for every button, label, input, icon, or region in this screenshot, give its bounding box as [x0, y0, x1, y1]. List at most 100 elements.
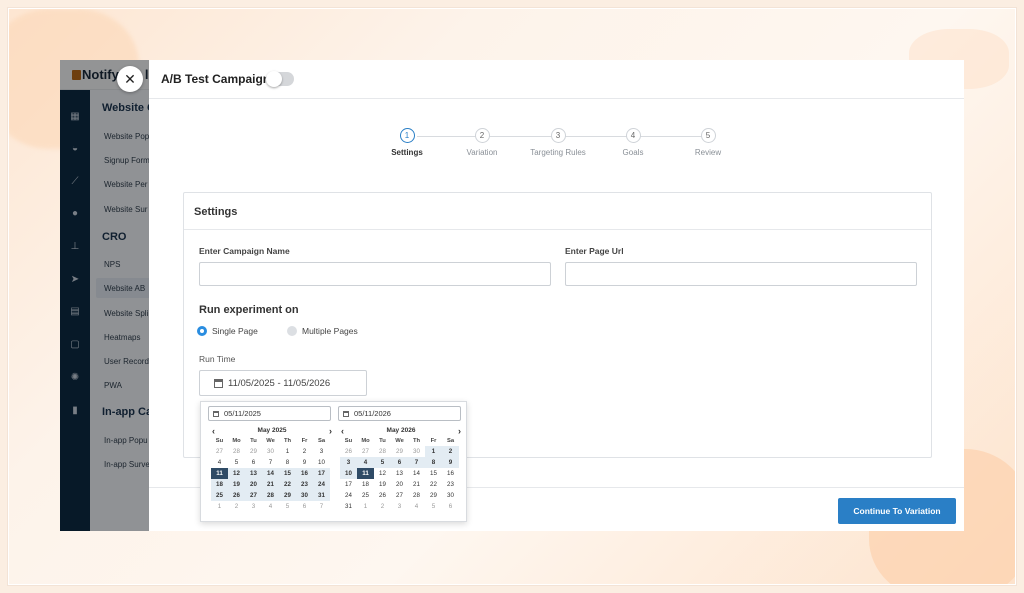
- calendar-day[interactable]: 8: [425, 457, 442, 468]
- calendar-day[interactable]: 14: [408, 468, 425, 479]
- calendar-day[interactable]: 23: [296, 479, 313, 490]
- campaign-toggle[interactable]: [266, 71, 294, 87]
- calendar-day[interactable]: 13: [245, 468, 262, 479]
- calendar-day[interactable]: 29: [425, 490, 442, 501]
- step-variation[interactable]: 2 Variation: [442, 128, 522, 157]
- calendar-day[interactable]: 27: [211, 446, 228, 457]
- calendar-day[interactable]: 2: [374, 501, 391, 512]
- calendar-day[interactable]: 29: [245, 446, 262, 457]
- calendar-day[interactable]: 17: [340, 479, 357, 490]
- close-icon[interactable]: ✕: [117, 66, 143, 92]
- calendar-day[interactable]: 20: [391, 479, 408, 490]
- calendar-day[interactable]: 9: [442, 457, 459, 468]
- calendar-day[interactable]: 17: [313, 468, 330, 479]
- calendar-day[interactable]: 19: [374, 479, 391, 490]
- start-date-input[interactable]: 05/11/2025: [208, 406, 331, 421]
- calendar-day[interactable]: 20: [245, 479, 262, 490]
- calendar-day[interactable]: 14: [262, 468, 279, 479]
- calendar-day[interactable]: 28: [262, 490, 279, 501]
- calendar-day[interactable]: 26: [340, 446, 357, 457]
- calendar-day[interactable]: 27: [391, 490, 408, 501]
- calendar-day[interactable]: 18: [357, 479, 374, 490]
- calendar-day[interactable]: 27: [357, 446, 374, 457]
- calendar-day[interactable]: 24: [313, 479, 330, 490]
- calendar-day[interactable]: 16: [296, 468, 313, 479]
- step-goals[interactable]: 4 Goals: [593, 128, 673, 157]
- calendar-day[interactable]: 25: [211, 490, 228, 501]
- chevron-right-icon[interactable]: ›: [329, 425, 332, 437]
- calendar-day[interactable]: 28: [408, 490, 425, 501]
- calendar-day[interactable]: 10: [340, 468, 357, 479]
- calendar-day[interactable]: 30: [262, 446, 279, 457]
- calendar-day[interactable]: 16: [442, 468, 459, 479]
- calendar-day[interactable]: 3: [391, 501, 408, 512]
- calendar-day[interactable]: 30: [296, 490, 313, 501]
- calendar-day[interactable]: 15: [425, 468, 442, 479]
- calendar-day[interactable]: 1: [425, 446, 442, 457]
- calendar-day[interactable]: 22: [425, 479, 442, 490]
- calendar-day[interactable]: 5: [228, 457, 245, 468]
- calendar-day[interactable]: 4: [262, 501, 279, 512]
- calendar-day[interactable]: 13: [391, 468, 408, 479]
- calendar-day[interactable]: 6: [442, 501, 459, 512]
- calendar-day[interactable]: 21: [262, 479, 279, 490]
- calendar-day[interactable]: 4: [357, 457, 374, 468]
- single-page-label[interactable]: Single Page: [212, 326, 258, 336]
- calendar-day[interactable]: 26: [228, 490, 245, 501]
- continue-to-variation-button[interactable]: Continue To Variation: [838, 498, 956, 524]
- calendar-day[interactable]: 3: [245, 501, 262, 512]
- calendar-day[interactable]: 19: [228, 479, 245, 490]
- calendar-day[interactable]: 12: [374, 468, 391, 479]
- step-targeting-rules[interactable]: 3 Targeting Rules: [518, 128, 598, 157]
- calendar-day[interactable]: 28: [374, 446, 391, 457]
- calendar-day[interactable]: 5: [374, 457, 391, 468]
- calendar-day[interactable]: 29: [279, 490, 296, 501]
- calendar-day[interactable]: 24: [340, 490, 357, 501]
- calendar-day[interactable]: 15: [279, 468, 296, 479]
- single-page-radio[interactable]: [197, 326, 207, 336]
- calendar-day[interactable]: 4: [211, 457, 228, 468]
- page-url-input[interactable]: [565, 262, 917, 286]
- multiple-pages-radio[interactable]: [287, 326, 297, 336]
- calendar-day[interactable]: 26: [374, 490, 391, 501]
- calendar-day[interactable]: 22: [279, 479, 296, 490]
- selected-day[interactable]: 11: [357, 468, 374, 479]
- calendar-day[interactable]: 1: [211, 501, 228, 512]
- calendar-day[interactable]: 23: [442, 479, 459, 490]
- calendar-day[interactable]: 7: [262, 457, 279, 468]
- calendar-day[interactable]: 30: [408, 446, 425, 457]
- calendar-day[interactable]: 31: [313, 490, 330, 501]
- calendar-day[interactable]: 7: [313, 501, 330, 512]
- calendar-day[interactable]: 8: [279, 457, 296, 468]
- calendar-day[interactable]: 5: [425, 501, 442, 512]
- calendar-day[interactable]: 28: [228, 446, 245, 457]
- calendar-day[interactable]: 9: [296, 457, 313, 468]
- calendar-day[interactable]: 3: [340, 457, 357, 468]
- calendar-day[interactable]: 1: [279, 446, 296, 457]
- calendar-day[interactable]: 27: [245, 490, 262, 501]
- calendar-day[interactable]: 3: [313, 446, 330, 457]
- end-date-input[interactable]: 05/11/2026: [338, 406, 461, 421]
- chevron-left-icon[interactable]: ‹: [341, 425, 344, 437]
- calendar-day[interactable]: 7: [408, 457, 425, 468]
- campaign-name-input[interactable]: [199, 262, 551, 286]
- multiple-pages-label[interactable]: Multiple Pages: [302, 326, 358, 336]
- chevron-right-icon[interactable]: ›: [458, 425, 461, 437]
- calendar-day[interactable]: 2: [296, 446, 313, 457]
- calendar-day[interactable]: 4: [408, 501, 425, 512]
- calendar-day[interactable]: 29: [391, 446, 408, 457]
- calendar-day[interactable]: 2: [228, 501, 245, 512]
- calendar-day[interactable]: 30: [442, 490, 459, 501]
- calendar-day[interactable]: 5: [279, 501, 296, 512]
- calendar-day[interactable]: 10: [313, 457, 330, 468]
- calendar-day[interactable]: 31: [340, 501, 357, 512]
- selected-day[interactable]: 11: [211, 468, 228, 479]
- calendar-day[interactable]: 2: [442, 446, 459, 457]
- calendar-day[interactable]: 6: [391, 457, 408, 468]
- calendar-day[interactable]: 21: [408, 479, 425, 490]
- calendar-day[interactable]: 6: [296, 501, 313, 512]
- calendar-day[interactable]: 18: [211, 479, 228, 490]
- calendar-day[interactable]: 6: [245, 457, 262, 468]
- step-settings[interactable]: 1 Settings: [367, 128, 447, 157]
- calendar-day[interactable]: 1: [357, 501, 374, 512]
